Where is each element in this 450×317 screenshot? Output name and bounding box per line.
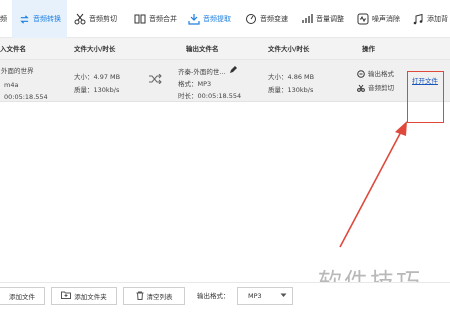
music-icon (412, 13, 424, 25)
volume-bars-icon (301, 13, 313, 25)
output-size: 大小：4.86 MB (268, 73, 315, 81)
output-format-action-label: 输出格式 (368, 70, 394, 78)
output-format-select[interactable]: MP3 (237, 287, 293, 305)
tool-audio-merge-label: 音频合并 (149, 15, 177, 23)
output-duration: 时长：00:05:18.554 (178, 92, 242, 100)
tool-noise-removal[interactable]: 噪声消除 (357, 0, 400, 38)
output-format-action[interactable]: 输出格式 (357, 69, 394, 79)
col-input-name: 入文件名 (0, 45, 26, 53)
tool-partial[interactable]: 频 (0, 0, 7, 38)
tool-audio-speed[interactable]: 音频变速 (245, 0, 288, 38)
tool-audio-speed-label: 音频变速 (260, 15, 288, 23)
output-name-cell[interactable]: 齐秦-外面的世... (178, 66, 237, 77)
tool-audio-convert[interactable]: 音频转换 (12, 0, 67, 38)
col-input-size: 文件大小/时长 (74, 45, 116, 53)
edit-pencil-icon[interactable] (229, 66, 237, 77)
tool-add-background[interactable]: 添加背 (412, 0, 448, 38)
extract-icon (188, 13, 200, 25)
bottom-bar: 添加文件 添加文件夹 清空列表 输出格式： MP3 (0, 282, 450, 317)
col-operation: 操作 (362, 45, 375, 53)
highlight-box (407, 71, 444, 123)
input-size: 大小：4.97 MB (74, 73, 121, 81)
tool-audio-extract-label: 音频提取 (203, 15, 231, 23)
audio-cut-action[interactable]: 音频剪切 (357, 83, 394, 93)
tool-partial-label: 频 (0, 15, 7, 23)
tool-add-background-label: 添加背 (427, 15, 448, 23)
tool-audio-merge[interactable]: 音频合并 (134, 0, 177, 38)
add-file-button[interactable]: 添加文件 (0, 287, 45, 305)
shuffle-icon (148, 73, 162, 87)
clear-list-button[interactable]: 清空列表 (123, 287, 185, 305)
add-folder-button[interactable]: 添加文件夹 (51, 287, 117, 305)
input-file-name: 外面的世界 (1, 67, 34, 75)
chevron-down-icon (280, 292, 287, 300)
tool-audio-cut[interactable]: 音频剪切 (74, 0, 117, 38)
merge-icon (134, 13, 146, 25)
convert-icon (18, 13, 30, 25)
input-file-ext: m4a (4, 81, 19, 89)
toolbar: 频 音频转换 音频剪切 音频合并 音频提取 音频变速 音量调整 噪声消除 添加背 (0, 0, 450, 38)
table-row[interactable]: 外面的世界 m4a 00:05:18.554 大小：4.97 MB 质量：130… (0, 60, 450, 102)
noise-icon (357, 13, 369, 25)
add-file-label: 添加文件 (9, 293, 35, 301)
add-folder-label: 添加文件夹 (74, 293, 107, 301)
trash-icon (136, 291, 144, 302)
tool-noise-removal-label: 噪声消除 (372, 15, 400, 23)
output-quality: 质量：130kb/s (268, 86, 314, 94)
audio-cut-action-label: 音频剪切 (368, 84, 394, 92)
speed-icon (245, 13, 257, 25)
output-file-name: 齐秦-外面的世... (178, 67, 226, 76)
scissors-icon (74, 13, 86, 25)
input-duration: 00:05:18.554 (4, 93, 48, 101)
col-output-name: 输出文件名 (186, 45, 219, 53)
tool-audio-extract[interactable]: 音频提取 (188, 0, 231, 38)
output-format-value: MP3 (248, 292, 262, 300)
folder-plus-icon (61, 291, 72, 301)
tool-volume-adjust[interactable]: 音量调整 (301, 0, 344, 38)
scissors-small-icon (357, 84, 365, 92)
tool-audio-cut-label: 音频剪切 (89, 15, 117, 23)
tool-volume-adjust-label: 音量调整 (316, 15, 344, 23)
table-header: 入文件名 文件大小/时长 输出文件名 文件大小/时长 操作 (0, 38, 450, 60)
format-circle-icon (357, 70, 365, 78)
output-format: 格式：MP3 (178, 80, 212, 88)
col-output-size: 文件大小/时长 (268, 45, 310, 53)
input-quality: 质量：130kb/s (74, 86, 120, 94)
tool-audio-convert-label: 音频转换 (33, 15, 61, 23)
output-format-label: 输出格式： (197, 292, 230, 300)
clear-list-label: 清空列表 (146, 293, 173, 301)
